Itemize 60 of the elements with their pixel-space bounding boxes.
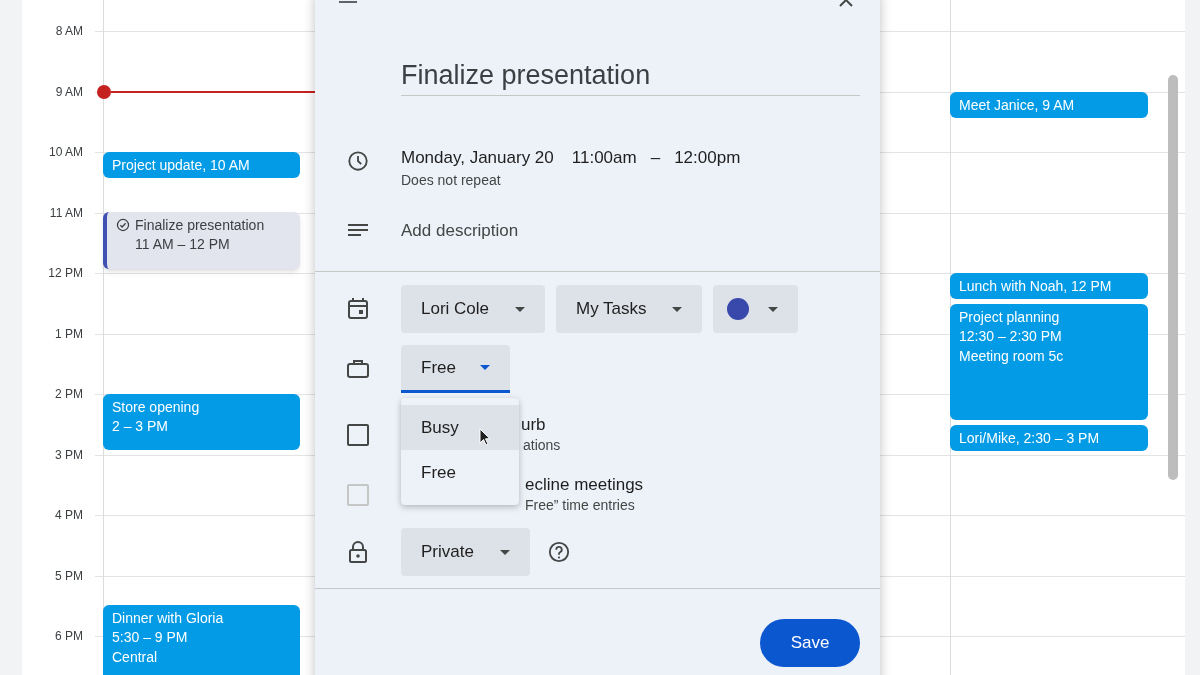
menu-item[interactable]: Free	[401, 450, 519, 495]
hour-label: 1 PM	[55, 325, 83, 342]
hour-label: 5 PM	[55, 567, 83, 584]
event-detail: Meeting room 5c	[959, 347, 1065, 366]
event-detail: Central	[112, 648, 159, 667]
event-title: Meet Janice, 9 AM	[959, 96, 1075, 114]
visibility-dropdown[interactable]: Private	[401, 528, 530, 576]
hour-label: 4 PM	[55, 507, 83, 523]
event-title: Project planning	[959, 308, 1060, 326]
caret-icon	[515, 306, 525, 312]
caret-icon	[500, 549, 510, 555]
caret-icon	[672, 306, 682, 312]
event-detail: 2 – 3 PM	[112, 417, 170, 436]
hour-label: 3 PM	[55, 446, 83, 463]
hour-label: 2 PM	[55, 386, 83, 402]
caret-icon	[768, 306, 778, 312]
event-detail: 5:30 – 9 PM	[112, 628, 189, 647]
help-icon[interactable]	[548, 541, 570, 563]
event-title: Project update, 10 AM	[112, 156, 250, 174]
option-subtitle: ations	[522, 436, 561, 455]
event-title: Store opening	[112, 398, 200, 416]
hour-label: 11 AM	[49, 204, 83, 221]
check-circle-icon	[116, 218, 130, 232]
mouse-pointer-icon	[479, 428, 491, 446]
end-time-button[interactable]: 12:00pm	[674, 148, 741, 168]
description-icon	[348, 224, 368, 238]
menu-item[interactable]: Busy	[401, 405, 519, 450]
scrollbar[interactable]	[1168, 75, 1178, 480]
clock-icon	[347, 150, 369, 172]
option-title: urb	[521, 415, 547, 435]
lock-icon	[349, 541, 367, 563]
hour-label: 6 PM	[55, 628, 83, 644]
task-card[interactable]: Finalize presentation 11 AM – 12 PM	[103, 212, 300, 269]
save-button[interactable]: Save	[760, 619, 860, 667]
event-title: Lori/Mike, 2:30 – 3 PM	[959, 429, 1100, 447]
option-subtitle: Free” time entries	[525, 496, 636, 515]
hour-label: 8 AM	[55, 23, 83, 39]
hour-label: 12 PM	[48, 265, 83, 281]
date-button[interactable]: Monday, January 20	[401, 148, 558, 168]
event-title: Lunch with Noah, 12 PM	[959, 277, 1112, 295]
availability-dropdown[interactable]: Free	[401, 345, 510, 393]
option-title: ecline meetings	[525, 475, 644, 495]
event-detail: 12:30 – 2:30 PM	[959, 327, 1063, 346]
event-title: Dinner with Gloria	[112, 609, 224, 627]
repeat-button[interactable]: Does not repeat	[401, 171, 741, 189]
list-dropdown[interactable]: My Tasks	[556, 285, 702, 333]
title-field[interactable]: Finalize presentation	[401, 55, 860, 96]
description-field[interactable]: Add description	[401, 218, 860, 244]
calendar-icon	[348, 298, 368, 320]
hour-label: 9 AM	[55, 83, 83, 100]
hour-label: 10 AM	[48, 144, 83, 160]
checkbox[interactable]	[347, 424, 369, 446]
time-separator: –	[650, 148, 661, 168]
briefcase-icon	[347, 360, 369, 378]
start-time-button[interactable]: 11:00am	[571, 148, 637, 168]
owner-dropdown[interactable]: Lori Cole	[401, 285, 545, 333]
event-detail: 11 AM – 12 PM	[134, 235, 231, 254]
color-dropdown[interactable]	[713, 285, 798, 333]
event-title: Finalize presentation	[135, 216, 265, 234]
caret-icon	[480, 365, 490, 370]
